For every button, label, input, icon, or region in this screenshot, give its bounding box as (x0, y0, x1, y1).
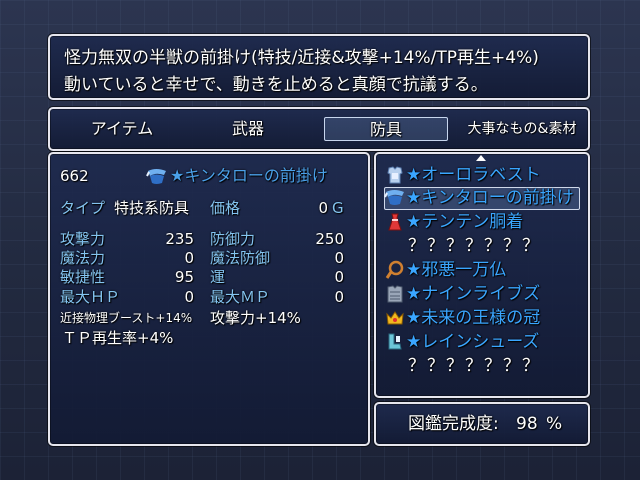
param-label-mdf: 魔法防御 (210, 249, 271, 267)
boots-icon (384, 331, 406, 353)
list-item-label: ？？？？？？？ (408, 356, 541, 376)
completion-label: 図鑑完成度: (408, 414, 499, 434)
dress-icon (384, 211, 406, 233)
trait-melee-boost: 近接物理ブースト+14% (60, 311, 193, 325)
crown-icon (384, 307, 406, 329)
tab-armor[interactable]: 防具 (324, 117, 448, 141)
price-label: 価格 (210, 199, 241, 217)
item-status-window: 662 ★キンタローの前掛け タイプ 特技系防具 価格 0 G 攻撃力 235 … (48, 152, 370, 446)
category-window: アイテム 武器 防具 大事なもの&素材 (48, 107, 590, 151)
armor-icon (384, 164, 406, 186)
list-item-label: ★オーロラベスト (406, 165, 541, 185)
whip-icon (384, 259, 406, 281)
scroll-up-arrow-icon[interactable] (476, 155, 486, 161)
param-value-mdf: 0 (334, 249, 344, 267)
param-value-agi: 95 (174, 268, 194, 286)
tab-key-items[interactable]: 大事なもの&素材 (460, 117, 584, 141)
list-item-label: ★邪悪一万仏 (406, 260, 507, 280)
param-label-luk: 運 (210, 268, 226, 286)
param-value-mat: 0 (184, 249, 194, 267)
list-item[interactable]: ★キンタローの前掛け (384, 187, 574, 209)
list-item[interactable]: ★邪悪一万仏 (384, 259, 506, 281)
list-item-label: ★キンタローの前掛け (406, 188, 574, 208)
item-id: 662 (60, 167, 89, 185)
apron-icon (146, 166, 168, 187)
tab-weapons[interactable]: 武器 (190, 117, 306, 141)
param-value-mhp: 0 (184, 288, 194, 306)
completion-value: 98 (516, 414, 538, 434)
list-item-label: ？？？？？？？ (408, 236, 541, 256)
list-item-unknown[interactable]: ？？？？？？？ (384, 355, 541, 377)
list-item-label: ★ナインライブズ (406, 284, 541, 304)
trait-attack-up: 攻撃力+14% (210, 309, 301, 327)
help-text-line-2: 動いていると幸せで、動きを止めると真顔で抗議する。 (64, 75, 488, 95)
help-text-line-1: 怪力無双の半獣の前掛け(特技/近接&攻撃+14%/TP再生+4%) (64, 48, 539, 68)
param-value-luk: 0 (334, 268, 344, 286)
param-value-atk: 235 (165, 230, 194, 248)
list-item[interactable]: ★ナインライブズ (384, 283, 540, 305)
price-value: 0 (318, 199, 328, 217)
apron-icon (384, 187, 406, 209)
list-item-label: ★未来の王様の冠 (406, 308, 541, 328)
type-value: 特技系防具 (114, 199, 190, 217)
param-label-mmp: 最大ＭＰ (210, 288, 271, 306)
param-value-def: 250 (315, 230, 344, 248)
list-item-unknown[interactable]: ？？？？？？？ (384, 235, 541, 257)
item-name: ★キンタローの前掛け (170, 166, 328, 185)
param-label-def: 防御力 (210, 230, 256, 248)
completion-window: 図鑑完成度: 98 % (374, 402, 590, 446)
list-item[interactable]: ★未来の王様の冠 (384, 307, 540, 329)
completion-unit: % (546, 414, 563, 434)
param-label-mhp: 最大ＨＰ (60, 288, 121, 306)
list-item-label: ★レインシューズ (406, 332, 540, 352)
param-label-atk: 攻撃力 (60, 230, 106, 248)
list-item-label: ★テンテン胴着 (406, 212, 524, 232)
param-label-mat: 魔法力 (60, 249, 106, 267)
param-value-mmp: 0 (334, 288, 344, 306)
list-item[interactable]: ★オーロラベスト (384, 164, 541, 186)
type-label: タイプ (60, 199, 106, 217)
list-item[interactable]: ★テンテン胴着 (384, 211, 523, 233)
currency-unit: G (332, 199, 344, 217)
tab-items[interactable]: アイテム (64, 117, 180, 141)
list-item[interactable]: ★レインシューズ (384, 331, 539, 353)
param-label-agi: 敏捷性 (60, 268, 106, 286)
help-window: 怪力無双の半獣の前掛け(特技/近接&攻撃+14%/TP再生+4%) 動いていると… (48, 34, 590, 100)
trait-tp-regen: ＴＰ再生率+4% (62, 329, 174, 347)
chainmail-icon (384, 283, 406, 305)
